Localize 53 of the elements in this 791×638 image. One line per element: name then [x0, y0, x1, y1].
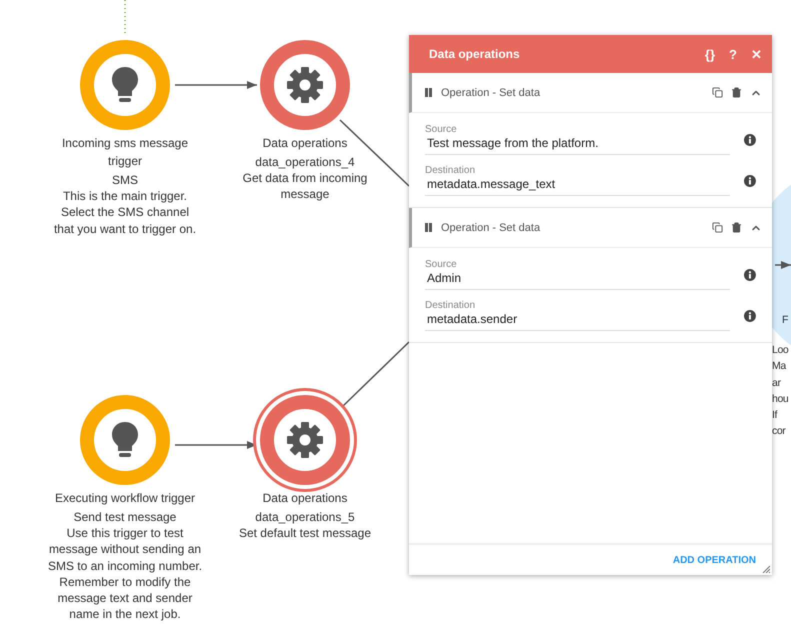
gear-icon [286, 421, 324, 459]
node-title: Data operations [262, 490, 348, 507]
field-label: Destination [425, 300, 476, 312]
field-value: metadata.sender [427, 312, 518, 327]
lightbulb-icon [110, 421, 140, 459]
drag-handle-icon[interactable] [425, 223, 432, 232]
info-icon[interactable] [744, 134, 756, 146]
node-description: Ma [772, 359, 788, 374]
trash-icon[interactable] [731, 222, 742, 233]
text-field[interactable]: Source Admin [425, 259, 730, 290]
field-value: metadata.message_text [427, 177, 556, 192]
node-description: Use this trigger to test message without sending an SMS to an incoming number. Remember to modify the message text and sender name in the next job. [46, 525, 204, 623]
node-name: SMS [112, 172, 138, 188]
node-description: Set default test message [238, 525, 372, 542]
field-label: Destination [425, 165, 476, 177]
text-field[interactable]: Source Test message from the platform. [425, 124, 730, 155]
text-field[interactable]: Destination metadata.message_text [425, 165, 730, 196]
info-icon[interactable] [744, 310, 756, 322]
connector-arrow [775, 261, 791, 269]
node-name: data_operations_4 [255, 154, 355, 170]
field-value: Test message from the platform. [427, 136, 600, 151]
text-field[interactable]: Destination metadata.sender [425, 300, 730, 331]
copy-icon[interactable] [712, 222, 723, 233]
node-description: Get data from incoming message [242, 170, 368, 203]
panel-title: Data operations [429, 47, 521, 61]
connector-line [342, 341, 410, 407]
node-description: Loo [772, 343, 790, 358]
gear-icon [286, 66, 324, 104]
info-icon[interactable] [744, 268, 756, 280]
node-description: ar [772, 376, 782, 391]
node-title: Data operations [262, 135, 348, 152]
copy-icon[interactable] [712, 87, 723, 98]
node-description: If [772, 408, 778, 424]
operation-title: Operation - Set data [441, 222, 542, 234]
operation-header[interactable]: Operation - Set data [409, 208, 772, 248]
node-name: data_operations_5 [255, 509, 355, 525]
node-description: hou [772, 392, 790, 407]
field-label: Source [425, 124, 458, 136]
operation-header[interactable]: Operation - Set data [409, 73, 772, 113]
trash-icon[interactable] [731, 87, 742, 98]
resize-grip-icon[interactable] [762, 565, 770, 573]
lightbulb-icon [110, 66, 140, 104]
node-name: Send test message [74, 509, 176, 525]
node-title: F [782, 313, 790, 328]
drag-handle-icon[interactable] [425, 88, 432, 97]
field-label: Source [425, 259, 458, 271]
node-title: Incoming sms message trigger [60, 135, 190, 170]
operation-title: Operation - Set data [441, 86, 542, 98]
info-icon[interactable] [744, 174, 756, 186]
node-title: Executing workflow trigger [54, 490, 196, 507]
field-value: Admin [427, 271, 462, 286]
node-description: cor [772, 424, 786, 440]
node-description: This is the main trigger. Select the SMS channel that you want to trigger on. [52, 188, 198, 237]
